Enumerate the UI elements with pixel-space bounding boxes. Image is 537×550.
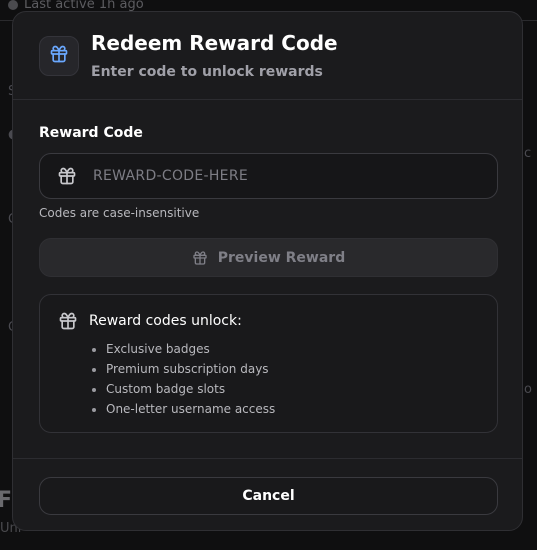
background-fragment: o <box>524 382 532 397</box>
gift-icon <box>49 44 69 68</box>
reward-benefits-list: Exclusive badges Premium subscription da… <box>89 339 275 419</box>
gift-icon <box>192 250 208 266</box>
gift-icon <box>57 166 77 186</box>
info-title: Reward codes unlock: <box>89 313 242 329</box>
reward-info-panel: Reward codes unlock: Exclusive badges Pr… <box>39 294 498 433</box>
redeem-reward-dialog: Redeem Reward Code Enter code to unlock … <box>12 11 523 531</box>
reward-code-field[interactable] <box>39 153 498 199</box>
header-icon-box <box>39 36 79 76</box>
reward-code-label: Reward Code <box>39 125 143 141</box>
background-fragment: c <box>524 146 532 161</box>
dialog-header: Redeem Reward Code Enter code to unlock … <box>13 12 522 100</box>
dialog-title: Redeem Reward Code <box>91 31 338 55</box>
reward-code-input[interactable] <box>91 167 497 185</box>
case-insensitive-hint: Codes are case-insensitive <box>39 206 200 220</box>
clock-icon <box>8 0 18 10</box>
preview-reward-label: Preview Reward <box>217 249 346 266</box>
list-item: Custom badge slots <box>106 379 275 399</box>
gift-icon <box>58 311 78 335</box>
list-item: Premium subscription days <box>106 359 275 379</box>
cancel-button[interactable]: Cancel <box>39 477 498 515</box>
list-item: Exclusive badges <box>106 339 275 359</box>
list-item: One-letter username access <box>106 399 275 419</box>
dialog-footer: Cancel <box>13 458 522 530</box>
dialog-subtitle: Enter code to unlock rewards <box>91 64 323 80</box>
preview-reward-button[interactable]: Preview Reward <box>39 238 498 277</box>
